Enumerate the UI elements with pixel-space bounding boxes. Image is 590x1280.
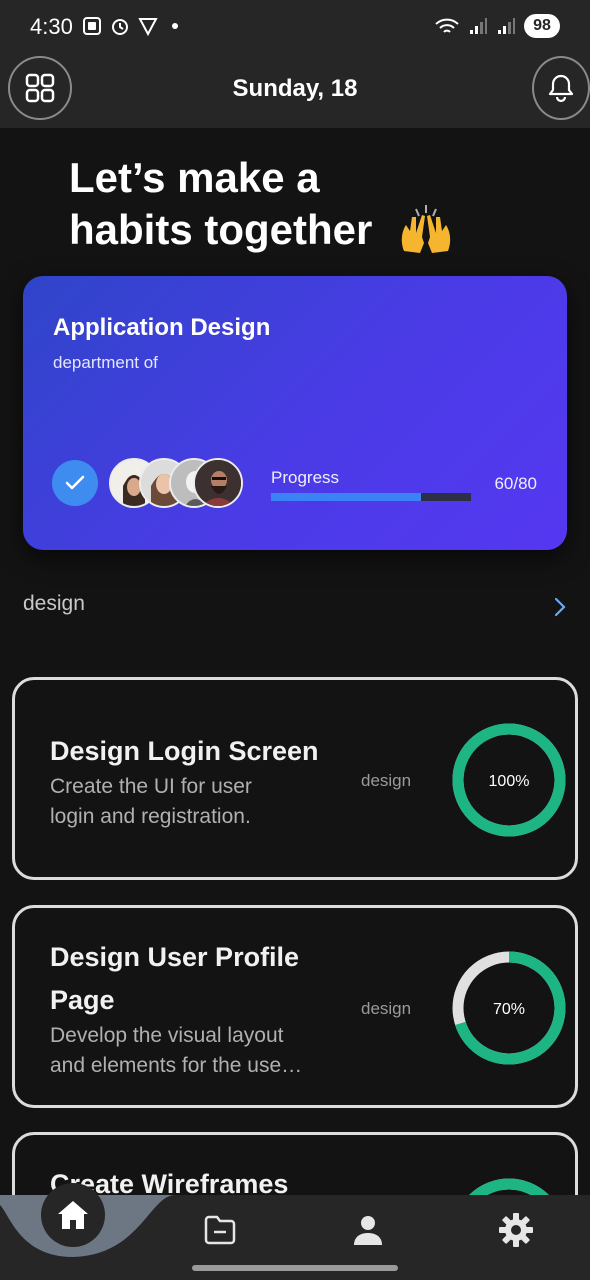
progress-bar-fill — [271, 493, 421, 501]
signal-icon — [470, 18, 487, 34]
progress-ring: 100% — [452, 723, 566, 837]
status-time: 4:30 — [30, 14, 73, 39]
progress-label: Progress — [271, 468, 340, 487]
bell-icon — [548, 74, 574, 103]
signal-icon-2 — [498, 18, 515, 34]
avatar — [193, 458, 243, 508]
progress-bar — [271, 493, 471, 501]
hero-heading: Let’s make a habits together — [69, 152, 372, 256]
wifi-icon — [435, 18, 459, 33]
nav-profile[interactable] — [350, 1212, 386, 1248]
task-description-line: Create the UI for user — [50, 775, 252, 798]
app-bar: Sunday, 18 — [0, 56, 590, 128]
task-title-line: Page — [50, 985, 115, 1015]
task-card[interactable]: Design Login Screen Create the UI for us… — [12, 677, 578, 880]
battery-indicator: 98 — [524, 14, 560, 38]
task-tag: design — [361, 999, 412, 1018]
progress-percent: 100% — [489, 773, 530, 790]
home-button[interactable] — [41, 1183, 105, 1247]
task-description-line: and elements for the use… — [50, 1054, 303, 1077]
person-icon — [354, 1216, 382, 1245]
complete-button[interactable] — [52, 460, 98, 506]
category-row[interactable]: design — [23, 592, 567, 624]
task-title: Design User Profile Page — [50, 936, 299, 1022]
nav-folder[interactable] — [202, 1212, 238, 1248]
progress-percent: 70% — [493, 1001, 525, 1018]
home-icon — [58, 1201, 88, 1229]
folder-icon — [204, 1215, 236, 1245]
hero-line-2: habits together — [69, 206, 373, 253]
task-description-line: Develop the visual layout — [50, 1024, 284, 1047]
task-title-line: Design Login Screen — [50, 736, 319, 766]
status-bar: 4:30 98 — [0, 0, 590, 56]
task-description-line: login and registration. — [50, 805, 251, 828]
progress-value: 60/80 — [494, 474, 537, 493]
gear-icon — [499, 1213, 533, 1247]
task-description: Develop the visual layout and elements f… — [50, 1021, 302, 1081]
raising-hands-icon — [401, 205, 451, 253]
task-title: Design Login Screen — [50, 730, 319, 773]
date-title: Sunday, 18 — [232, 75, 358, 102]
task-description: Create the UI for user login and registr… — [50, 772, 252, 832]
project-title: Application Design — [53, 314, 271, 341]
nav-settings[interactable] — [498, 1212, 534, 1248]
check-icon — [65, 475, 85, 490]
alarm-icon — [112, 19, 128, 35]
gesture-bar[interactable] — [192, 1265, 398, 1271]
hero-line-1: Let’s make a — [69, 154, 320, 201]
chevron-right-icon[interactable] — [553, 596, 567, 618]
notification-dot — [172, 23, 178, 29]
task-title-line: Design User Profile — [50, 942, 300, 972]
task-card[interactable]: Design User Profile Page Develop the vis… — [12, 905, 578, 1108]
project-card[interactable]: Application Design department of Progres… — [23, 276, 567, 550]
vpn-icon — [138, 18, 158, 36]
screenshot-icon — [83, 17, 101, 35]
task-tag: design — [361, 771, 412, 790]
project-subtitle: department of — [53, 353, 158, 372]
progress-ring: 70% — [452, 951, 566, 1065]
category-label: design — [23, 592, 85, 615]
notifications-button[interactable] — [532, 56, 590, 120]
